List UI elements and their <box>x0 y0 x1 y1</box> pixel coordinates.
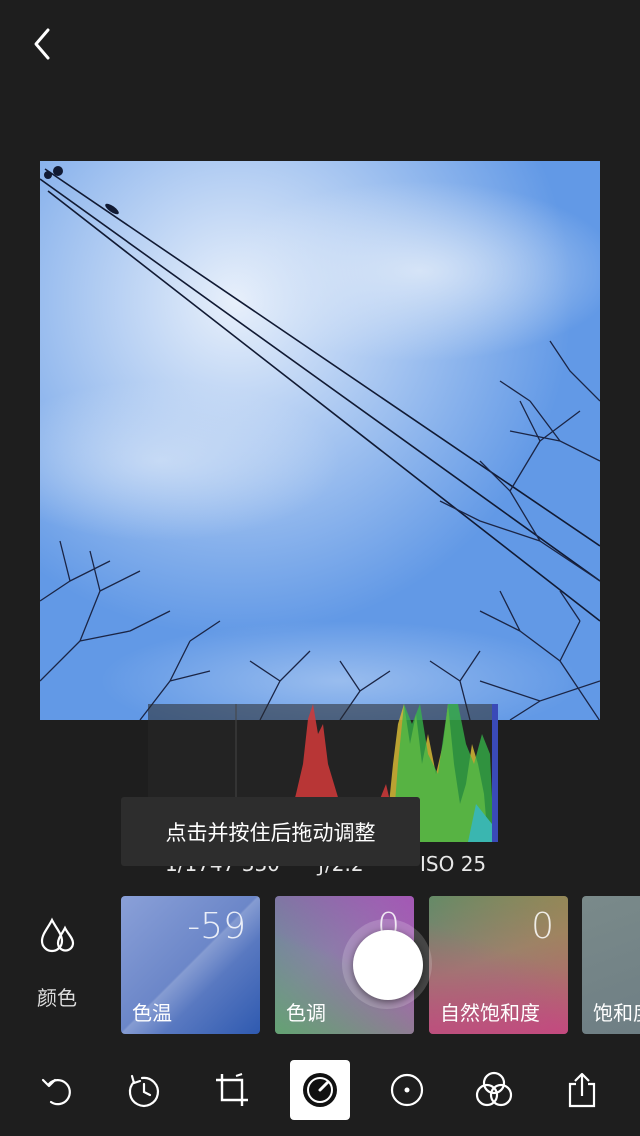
share-button[interactable] <box>552 1060 612 1120</box>
adjust-dial-icon <box>303 1073 337 1107</box>
category-label: 颜色 <box>37 986 77 1010</box>
undo-button[interactable] <box>27 1060 87 1120</box>
adjust-label: 色调 <box>286 1001 326 1025</box>
adjust-label: 自然饱和度 <box>440 1001 540 1025</box>
chevron-left-icon <box>34 28 50 60</box>
selective-icon <box>390 1073 424 1107</box>
filters-button[interactable] <box>464 1060 524 1120</box>
adjust-saturation-card[interactable]: 饱和度 <box>582 896 640 1034</box>
adjust-label: 色温 <box>132 1001 172 1025</box>
filters-icon <box>475 1071 513 1107</box>
exif-iso: ISO 25 <box>420 852 487 876</box>
adjust-button[interactable] <box>290 1060 350 1120</box>
photo-preview[interactable] <box>40 161 600 720</box>
adjust-value: -59 <box>187 906 246 947</box>
share-icon <box>568 1072 596 1108</box>
adjust-vibrance-card[interactable]: 0 自然饱和度 <box>429 896 568 1034</box>
crop-button[interactable] <box>202 1060 262 1120</box>
category-color[interactable]: 颜色 <box>0 896 114 1036</box>
undo-icon <box>41 1078 71 1106</box>
adjust-label: 饱和度 <box>593 1001 640 1025</box>
revert-icon <box>128 1074 160 1107</box>
adjust-temperature-card[interactable]: -59 色温 <box>121 896 260 1034</box>
drag-knob[interactable] <box>353 930 423 1000</box>
back-button[interactable] <box>26 24 62 64</box>
selective-button[interactable] <box>377 1060 437 1120</box>
bottom-toolbar <box>0 1060 640 1124</box>
crop-icon <box>216 1073 248 1106</box>
drops-icon <box>40 917 75 953</box>
revert-button[interactable] <box>114 1060 174 1120</box>
adjust-value: 0 <box>531 906 554 947</box>
histogram-tooltip: 点击并按住后拖动调整 <box>121 797 420 866</box>
